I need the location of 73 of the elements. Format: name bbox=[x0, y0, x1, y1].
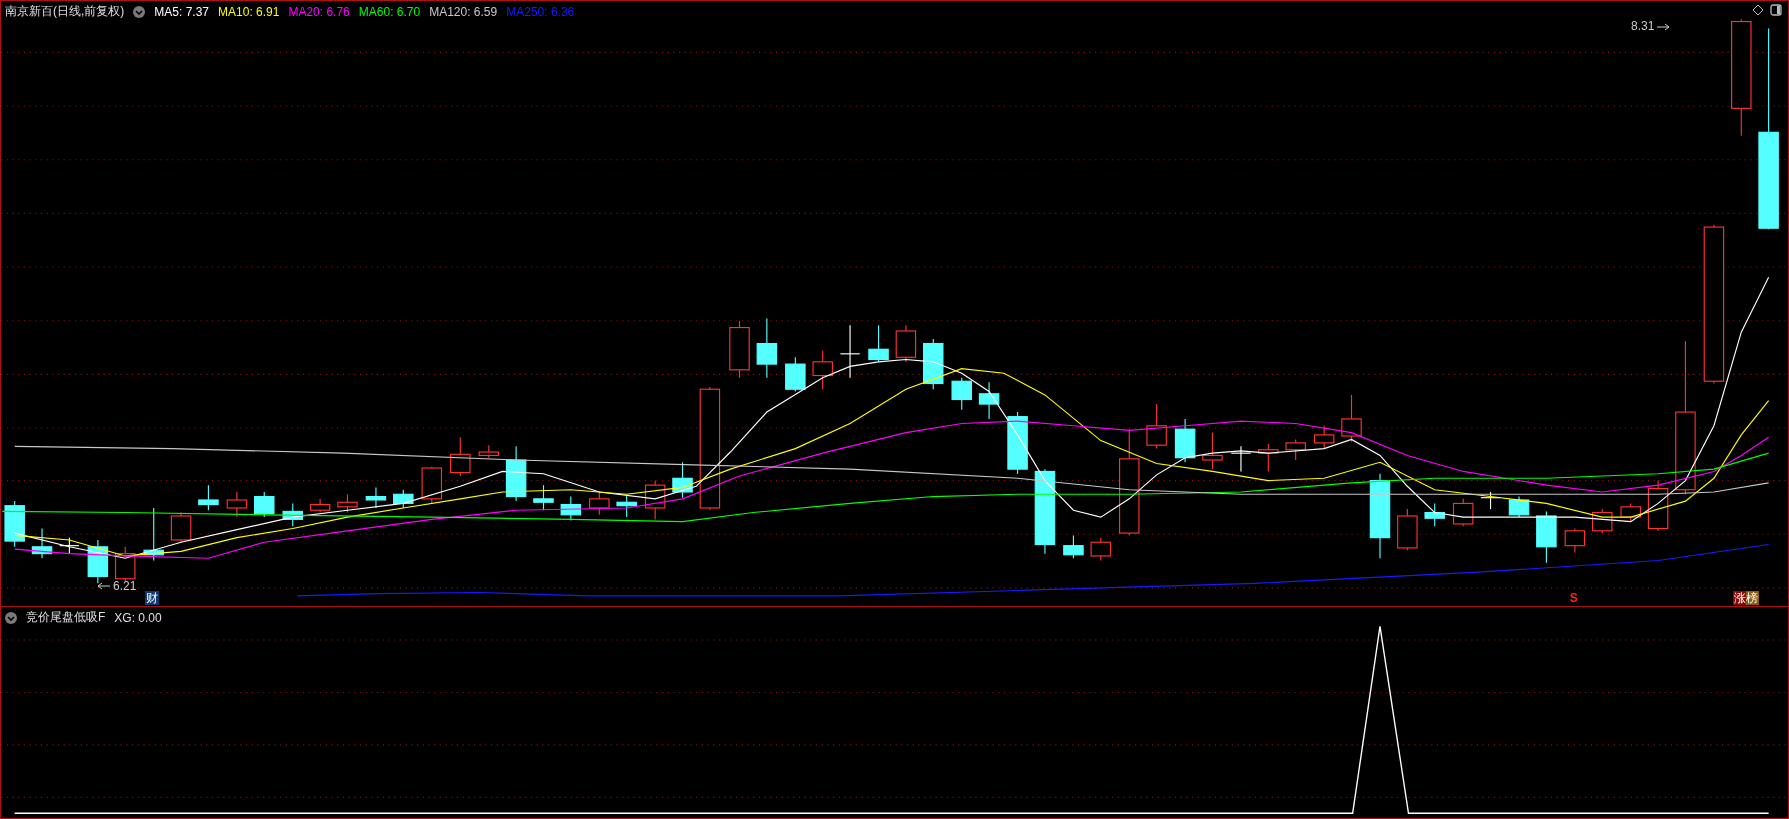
candlestick bbox=[1508, 496, 1530, 518]
low-price-value: 6.21 bbox=[113, 579, 137, 593]
candlestick bbox=[1063, 534, 1084, 559]
candlestick bbox=[560, 496, 582, 522]
candlestick bbox=[505, 445, 527, 502]
candlestick bbox=[756, 317, 778, 379]
candlestick bbox=[4, 500, 25, 548]
stock-title: 南京新百(日线,前复权) bbox=[5, 3, 125, 20]
candlestick bbox=[337, 493, 358, 514]
candlestick bbox=[1452, 498, 1474, 527]
candlestick bbox=[143, 507, 164, 562]
candlestick bbox=[59, 537, 80, 555]
candlestick bbox=[1202, 432, 1223, 470]
candlestick bbox=[254, 491, 275, 518]
candlestick bbox=[87, 539, 109, 584]
candlestick bbox=[895, 324, 917, 363]
arrow-icon bbox=[1656, 21, 1671, 31]
candlestick bbox=[672, 461, 693, 499]
candlestick bbox=[170, 511, 192, 543]
chart-marker[interactable]: 财 bbox=[144, 591, 159, 605]
diamond-icon[interactable] bbox=[1752, 4, 1764, 16]
candlestick bbox=[1174, 418, 1196, 463]
candlestick bbox=[421, 466, 443, 504]
moving-average-value: MA60: 6.70 bbox=[358, 4, 421, 19]
candlestick bbox=[951, 377, 972, 411]
candlestick bbox=[1285, 438, 1306, 461]
candlestick bbox=[114, 546, 136, 582]
candlestick bbox=[1424, 502, 1445, 527]
candlestick bbox=[644, 480, 666, 520]
candlestick bbox=[1564, 527, 1586, 554]
moving-average-value: MA10: 6.91 bbox=[218, 4, 280, 19]
moving-average-value: MA250: 6.36 bbox=[506, 4, 575, 19]
candlestick bbox=[478, 444, 500, 459]
candlestick bbox=[31, 527, 53, 559]
chart-marker[interactable]: S bbox=[1568, 591, 1579, 605]
candlestick bbox=[589, 491, 610, 516]
candlestick bbox=[839, 324, 861, 379]
candlestick bbox=[533, 484, 554, 511]
candlestick bbox=[1536, 510, 1557, 564]
moving-average-value: MA20: 6.76 bbox=[288, 4, 350, 19]
candlestick bbox=[1146, 403, 1167, 450]
candlestick bbox=[978, 381, 1000, 420]
panel-toggle-icon[interactable] bbox=[1770, 4, 1782, 16]
dropdown-icon[interactable] bbox=[5, 611, 17, 624]
dropdown-icon[interactable] bbox=[133, 5, 146, 18]
candlestick bbox=[1258, 443, 1279, 472]
candlestick bbox=[1313, 425, 1335, 450]
candlestick bbox=[450, 436, 471, 477]
candlestick bbox=[729, 320, 750, 379]
indicator-reading: XG: 0.00 bbox=[114, 610, 162, 625]
candlestick bbox=[1620, 502, 1641, 523]
candlestick bbox=[1341, 394, 1362, 443]
high-price-value: 8.31 bbox=[1631, 19, 1655, 33]
candlestick bbox=[365, 486, 387, 509]
candlestick bbox=[923, 338, 944, 390]
candlestick bbox=[1090, 537, 1112, 562]
candlestick bbox=[282, 502, 303, 527]
indicator-name: 竞价尾盘低吸F bbox=[26, 609, 106, 627]
candlestick bbox=[868, 324, 889, 363]
moving-average-value: MA120: 6.59 bbox=[429, 4, 498, 19]
arrow-icon bbox=[97, 581, 111, 591]
candlestick bbox=[198, 484, 219, 511]
candlestick bbox=[1397, 508, 1418, 551]
candlestick bbox=[1230, 445, 1252, 472]
candlestick bbox=[1007, 411, 1028, 475]
chart-marker[interactable]: 涨榜 bbox=[1732, 591, 1759, 605]
candlestick bbox=[309, 498, 331, 514]
moving-average-value: MA5: 7.37 bbox=[154, 4, 210, 19]
candlestick bbox=[393, 489, 414, 509]
candlestick bbox=[616, 494, 637, 518]
candlestick bbox=[226, 491, 248, 518]
candlestick bbox=[812, 349, 833, 390]
candlestick bbox=[785, 356, 806, 393]
